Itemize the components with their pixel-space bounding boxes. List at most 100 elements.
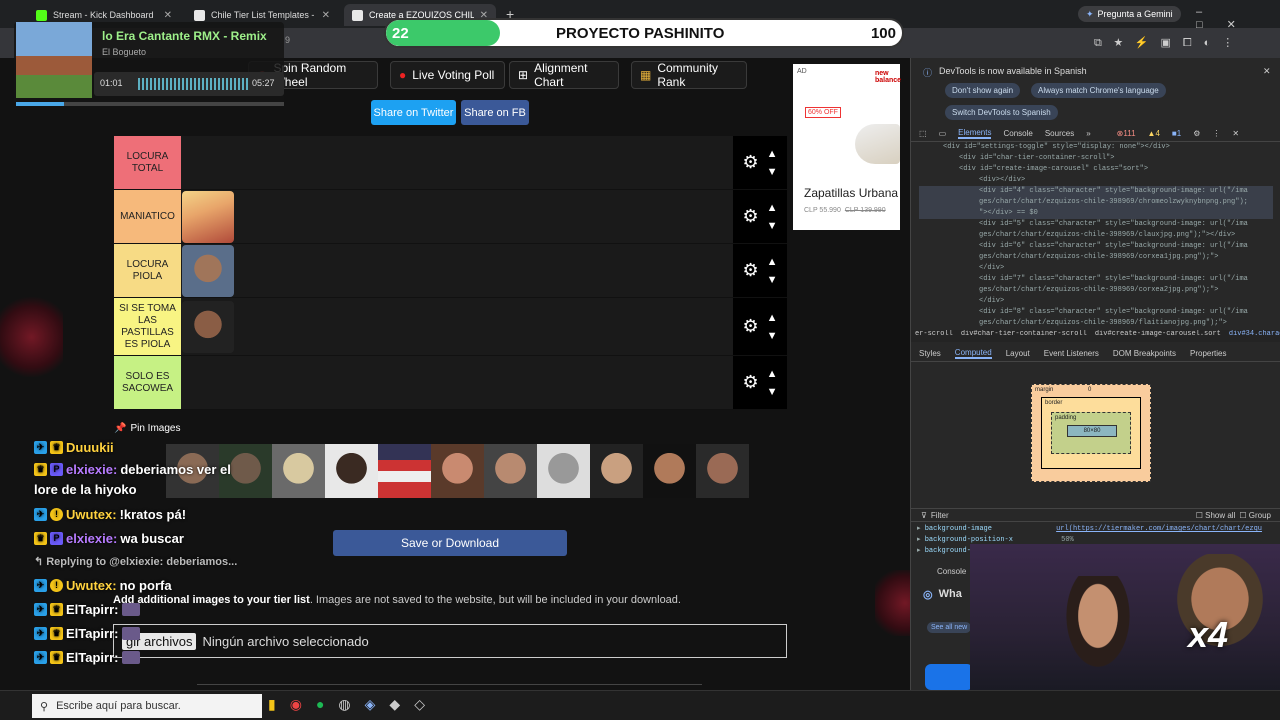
tier-item-image[interactable] <box>181 190 235 243</box>
chevron-up-icon[interactable]: ▲ <box>767 199 778 217</box>
dom-tree-line[interactable]: <div></div> <box>919 175 1273 186</box>
dom-tree-line[interactable]: <div id="settings-toggle" style="display… <box>919 142 1273 153</box>
see-all-new-button[interactable]: See all new <box>927 622 972 633</box>
tab-event-listeners[interactable]: Event Listeners <box>1044 349 1099 358</box>
pool-image[interactable] <box>378 444 431 498</box>
start-button[interactable] <box>0 693 30 719</box>
dom-tree-line[interactable]: <div id="char-tier-container-scroll"> <box>919 153 1273 164</box>
chevron-down-icon[interactable]: ▼ <box>767 383 778 401</box>
chevron-down-icon[interactable]: ▼ <box>767 327 778 345</box>
dom-tree-line[interactable]: <div id="6" class="character" style="bac… <box>919 241 1273 252</box>
close-icon[interactable]: ✕ <box>164 10 172 21</box>
gear-icon[interactable]: ⚙ <box>742 206 758 227</box>
dom-tree-line[interactable]: </div> <box>919 263 1273 274</box>
dom-tree-line[interactable]: ges/chart/chart/ezquizos-chile-398969/fl… <box>919 318 1273 328</box>
tab-properties[interactable]: Properties <box>1190 349 1226 358</box>
breadcrumb[interactable]: div#char-tier-container-scroll <box>961 330 1087 342</box>
tier-item-image[interactable] <box>181 298 235 355</box>
dom-tree-line[interactable]: <div id="7" class="character" style="bac… <box>919 274 1273 285</box>
tab-styles[interactable]: Styles <box>919 349 941 358</box>
tier-label[interactable]: MANIATICO <box>114 190 181 243</box>
tab-elements[interactable]: Elements <box>958 128 992 139</box>
app-icon[interactable]: ◆ <box>389 696 400 713</box>
show-all-checkbox[interactable]: ☐ Show all <box>1196 511 1236 520</box>
tab-console[interactable]: Console <box>1003 129 1032 138</box>
character-image[interactable] <box>182 244 234 297</box>
chevron-up-icon[interactable]: ▲ <box>767 253 778 271</box>
pool-image[interactable] <box>431 444 484 498</box>
dom-tree-line[interactable]: </div> <box>919 296 1273 307</box>
dom-tree-line[interactable]: ges/chart/chart/ezquizos-chile-398969/co… <box>919 285 1273 296</box>
close-icon[interactable]: ✕ <box>1263 66 1271 77</box>
warning-count[interactable]: ▲4 <box>1148 129 1160 138</box>
pin-images-toggle[interactable]: 📌 Pin Images <box>114 423 180 434</box>
browser-toolbar-icons[interactable]: ⧉★⚡▣⧠◐⋮ <box>1094 36 1245 50</box>
dom-tree-line[interactable]: <div id="8" class="character" style="bac… <box>919 307 1273 318</box>
pool-image[interactable] <box>590 444 643 498</box>
dom-tree-line[interactable]: <div id="create-image-carousel" class="s… <box>919 164 1273 175</box>
share-fb-button[interactable]: Share on FB <box>461 100 529 125</box>
breadcrumb[interactable]: div#34.character <box>1229 330 1280 342</box>
tier-label[interactable]: LOCURA PIOLA <box>114 244 181 297</box>
spotify-icon[interactable]: ● <box>316 696 324 713</box>
tier-label[interactable]: SOLO ES SACOWEA <box>114 356 181 409</box>
share-twitter-button[interactable]: Share on Twitter <box>371 100 456 125</box>
computed-property[interactable]: ▸ background-image url(https://tiermaker… <box>917 524 1275 535</box>
filter-input[interactable]: Filter <box>931 511 949 520</box>
chrome-icon[interactable]: ◉ <box>290 696 302 713</box>
tier-label[interactable]: LOCURA TOTAL <box>114 136 181 189</box>
pool-image[interactable] <box>325 444 378 498</box>
obs-icon[interactable]: ◍ <box>338 696 350 713</box>
gear-icon[interactable]: ⚙ <box>742 260 758 281</box>
pool-image[interactable] <box>537 444 590 498</box>
issue-count[interactable]: ■1 <box>1172 129 1181 138</box>
gear-icon[interactable]: ⚙ <box>742 372 758 393</box>
pool-image[interactable] <box>484 444 537 498</box>
tier-label[interactable]: SI SE TOMA LAS PASTILLAS ES PIOLA <box>114 298 181 355</box>
dom-tree-line[interactable]: <div id="5" class="character" style="bac… <box>919 219 1273 230</box>
app-icon[interactable]: ◇ <box>414 696 425 713</box>
chevron-down-icon[interactable]: ▼ <box>767 217 778 235</box>
dont-show-button[interactable]: Don't show again <box>945 83 1021 98</box>
steam-icon[interactable]: ◈ <box>365 696 376 713</box>
file-explorer-icon[interactable]: ▮ <box>268 696 276 713</box>
close-icon[interactable]: ✕ <box>322 10 330 21</box>
save-download-button[interactable]: Save or Download <box>333 530 567 556</box>
gear-icon[interactable]: ⚙ <box>742 152 758 173</box>
tab-computed[interactable]: Computed <box>954 348 992 359</box>
character-image[interactable] <box>182 190 234 243</box>
dom-tree-line[interactable]: <div id="4" class="character" style="bac… <box>919 186 1273 197</box>
live-voting-button[interactable]: ● Live Voting Poll <box>390 61 505 89</box>
character-image[interactable] <box>182 300 234 353</box>
breadcrumb[interactable]: div#create-image-carousel.sort <box>1095 330 1221 342</box>
ad-banner[interactable]: AD new balance 60% OFF Zapatillas Urbana… <box>793 64 901 230</box>
tab-dom-breakpoints[interactable]: DOM Breakpoints <box>1113 349 1176 358</box>
dom-tree-line[interactable]: "></div> == $0 <box>919 208 1273 219</box>
settings-icon[interactable]: ⚙ <box>1193 129 1200 138</box>
tab-layout[interactable]: Layout <box>1006 349 1030 358</box>
pool-image[interactable] <box>696 444 749 498</box>
tier-item-image[interactable] <box>181 244 235 297</box>
taskbar-search[interactable]: ⚲ Escribe aquí para buscar. <box>32 694 262 718</box>
dom-tree[interactable]: <div id="settings-toggle" style="display… <box>919 142 1273 328</box>
chevron-down-icon[interactable]: ▼ <box>767 163 778 181</box>
close-icon[interactable]: ✕ <box>1232 129 1239 138</box>
match-language-button[interactable]: Always match Chrome's language <box>1031 83 1166 98</box>
community-rank-button[interactable]: ▦ Community Rank <box>631 61 747 89</box>
error-count[interactable]: ⊗111 <box>1117 129 1136 138</box>
chevron-up-icon[interactable]: ▲ <box>767 365 778 383</box>
dom-tree-line[interactable]: ges/chart/chart/ezquizos-chile-398969/ch… <box>919 197 1273 208</box>
pool-image[interactable] <box>643 444 696 498</box>
gemini-button[interactable]: ✦ Pregunta a Gemini <box>1078 6 1181 22</box>
tab-sources[interactable]: Sources <box>1045 129 1074 138</box>
dom-tree-line[interactable]: ges/chart/chart/ezquizos-chile-398969/co… <box>919 252 1273 263</box>
more-icon[interactable]: ⋮ <box>1212 129 1220 138</box>
dom-tree-line[interactable]: ges/chart/chart/ezquizos-chile-398969/cl… <box>919 230 1273 241</box>
alignment-chart-button[interactable]: ⊞ Alignment Chart <box>509 61 619 89</box>
breadcrumb[interactable]: er-scroll <box>915 330 953 342</box>
more-tabs-icon[interactable]: » <box>1086 129 1090 138</box>
gear-icon[interactable]: ⚙ <box>742 316 758 337</box>
switch-language-button[interactable]: Switch DevTools to Spanish <box>945 105 1058 120</box>
device-icon[interactable]: ▭ <box>939 129 947 138</box>
chevron-up-icon[interactable]: ▲ <box>767 309 778 327</box>
